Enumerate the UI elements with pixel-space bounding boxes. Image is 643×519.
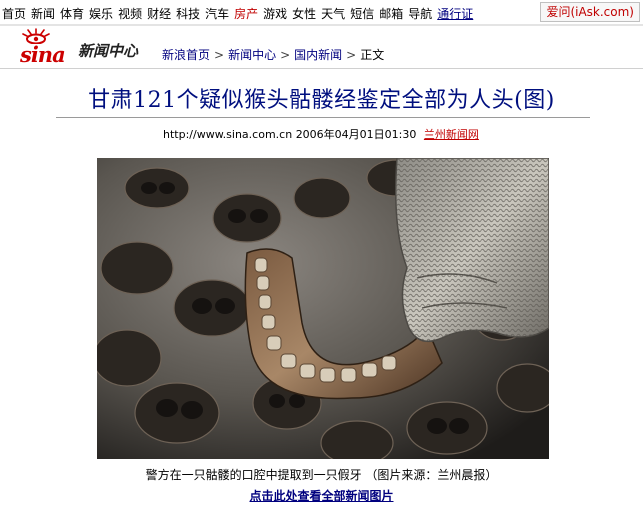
nav-guide-link[interactable]: 导航 bbox=[408, 7, 432, 21]
sina-news-brand[interactable]: sina 新闻中心 bbox=[18, 28, 148, 67]
skull-jaw-photo bbox=[97, 158, 549, 459]
photo-caption: 警方在一只骷髅的口腔中提取到一只假牙 （图片来源：兰州晨报） bbox=[145, 468, 498, 482]
nav-finance-link[interactable]: 财经 bbox=[147, 7, 171, 21]
breadcrumb: 新浪首页 > 新闻中心 > 国内新闻 > 正文 bbox=[162, 46, 384, 63]
article-photo[interactable] bbox=[97, 158, 549, 459]
nav-video-link[interactable]: 视频 bbox=[118, 7, 142, 21]
nav-auto-link[interactable]: 汽车 bbox=[205, 7, 229, 21]
nav-mail-link[interactable]: 邮箱 bbox=[379, 7, 403, 21]
nav-ent-link[interactable]: 娱乐 bbox=[89, 7, 113, 21]
top-nav-bar: 首页 新闻 体育 娱乐 视频 财经 科技 汽车 房产 游戏 女性 天气 短信 邮箱 导航 通行证 爱问(iAs… bbox=[0, 0, 643, 24]
breadcrumb-separator: > bbox=[346, 48, 357, 62]
nav-tech-link[interactable]: 科技 bbox=[176, 7, 200, 21]
article-datetime: 2006年04月01日01:30 bbox=[295, 128, 417, 141]
nav-sports-link[interactable]: 体育 bbox=[60, 7, 84, 21]
breadcrumb-current: 正文 bbox=[360, 48, 385, 62]
more-photos-container: 点击此处查看全部新闻图片 bbox=[0, 487, 643, 504]
article-headline: 甘肃121个疑似猴头骷髅经鉴定全部为人头(图) bbox=[88, 88, 555, 113]
brand-divider bbox=[0, 68, 643, 69]
nav-house-link[interactable]: 房产 bbox=[234, 7, 258, 21]
top-nav-links: 首页 新闻 体育 娱乐 视频 财经 科技 汽车 房产 游戏 女性 天气 短信 邮箱 导航 通行证 bbox=[2, 5, 478, 22]
iask-button[interactable]: 爱问(iAsk.com) bbox=[540, 2, 640, 22]
nav-women-link[interactable]: 女性 bbox=[292, 7, 316, 21]
nav-news-link[interactable]: 新闻 bbox=[31, 7, 55, 21]
breadcrumb-separator: > bbox=[280, 48, 291, 62]
nav-sms-link[interactable]: 短信 bbox=[350, 7, 374, 21]
news-center-title: 新闻中心 bbox=[78, 42, 139, 60]
article-meta: http://www.sina.com.cn 2006年04月01日01:30 … bbox=[163, 126, 479, 142]
breadcrumb-separator: > bbox=[214, 48, 225, 62]
nav-home-link[interactable]: 首页 bbox=[2, 7, 26, 21]
nav-games-link[interactable]: 游戏 bbox=[263, 7, 287, 21]
more-news-photos-link[interactable]: 点击此处查看全部新闻图片 bbox=[249, 489, 393, 503]
article-url: http://www.sina.com.cn bbox=[163, 128, 293, 141]
breadcrumb-domestic-news[interactable]: 国内新闻 bbox=[294, 48, 342, 62]
breadcrumb-sina-home[interactable]: 新浪首页 bbox=[162, 48, 210, 62]
sina-logo: sina bbox=[20, 42, 66, 67]
nav-weather-link[interactable]: 天气 bbox=[321, 7, 345, 21]
breadcrumb-news-center[interactable]: 新闻中心 bbox=[228, 48, 276, 62]
nav-passport-link[interactable]: 通行证 bbox=[437, 7, 473, 21]
headline-rule bbox=[56, 117, 590, 118]
article-source-link[interactable]: 兰州新闻网 bbox=[424, 128, 479, 141]
header-divider bbox=[0, 24, 643, 26]
